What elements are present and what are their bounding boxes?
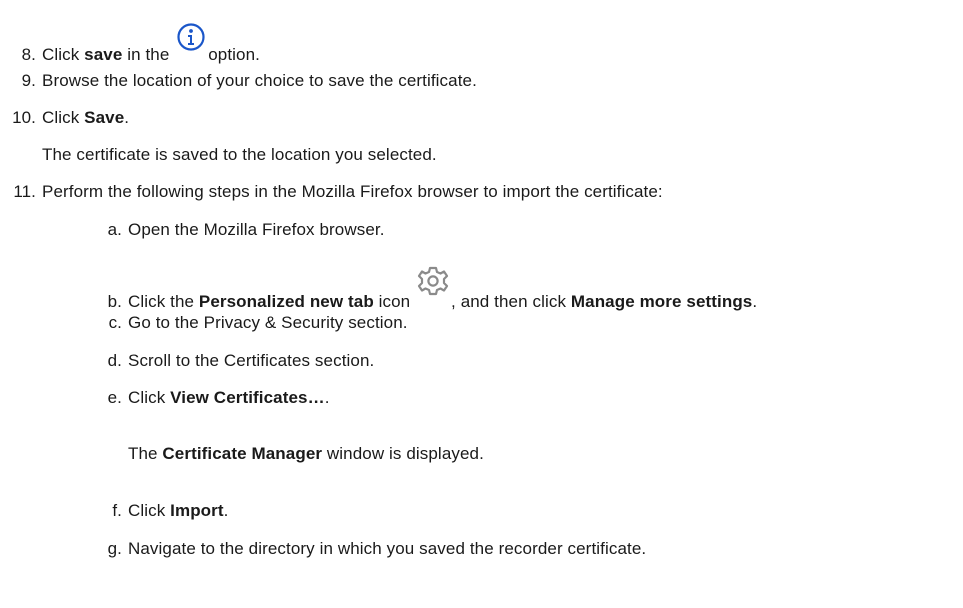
substep-text: Click (128, 501, 171, 520)
substep-c: c. Go to the Privacy & Security section. (102, 312, 408, 334)
substep-text: , and then click (451, 292, 571, 311)
substep-letter: b. (107, 292, 122, 311)
substep-bold: Manage more settings (570, 292, 753, 311)
substep-text: . (752, 292, 758, 311)
substep-e-note: The Certificate Manager window is displa… (128, 443, 484, 465)
step-9: 9. Browse the location of your choice to … (0, 70, 477, 92)
step-bold: Save (84, 108, 125, 127)
substep-text: Go to the Privacy & Security section. (128, 313, 408, 332)
substep-text: Click (128, 388, 171, 407)
substep-text: Open the Mozilla Firefox browser. (128, 220, 385, 239)
gear-icon (415, 265, 451, 303)
step-number: 9. (21, 71, 36, 90)
substep-text: Click the (128, 292, 199, 311)
substep-letter: d. (107, 351, 122, 370)
substep-bold: View Certificates… (170, 388, 325, 407)
step-text: in the (122, 45, 175, 64)
note-text: window is displayed. (322, 444, 484, 463)
step-8: 8. Click save in the option. (0, 23, 260, 66)
step-number: 11. (13, 182, 36, 201)
substep-a: a. Open the Mozilla Firefox browser. (102, 219, 385, 241)
step-text: Browse the location of your choice to sa… (42, 71, 477, 90)
substep-letter: g. (107, 539, 122, 558)
info-circle-icon (176, 22, 206, 58)
step-text: Click (42, 45, 85, 64)
substep-letter: f. (112, 501, 122, 520)
step-text: Click (42, 108, 85, 127)
substep-f: f. Click Import. (102, 500, 228, 522)
step-number: 10. (12, 108, 36, 127)
step-11: 11. Perform the following steps in the Mo… (0, 181, 663, 203)
substep-g: g. Navigate to the directory in which you… (102, 538, 646, 560)
substep-text: Navigate to the directory in which you s… (128, 539, 647, 558)
substep-bold: Personalized new tab (198, 292, 374, 311)
substep-text: . (324, 388, 330, 407)
step-text: . (124, 108, 130, 127)
substep-bold: Import (170, 501, 224, 520)
substep-b: b. Click the Personalized new tab icon , … (102, 266, 758, 313)
substep-letter: e. (107, 388, 122, 407)
substep-e: e. Click View Certificates…. (102, 387, 330, 409)
step-text: Perform the following steps in the Mozil… (42, 182, 663, 201)
note-bold: Certificate Manager (162, 444, 323, 463)
note-text: The (128, 444, 163, 463)
substep-letter: c. (108, 313, 122, 332)
substep-text: Scroll to the Certificates section. (128, 351, 375, 370)
step-bold: save (84, 45, 123, 64)
step-number: 8. (21, 45, 36, 64)
step-text: option. (208, 45, 260, 64)
substep-d: d. Scroll to the Certificates section. (102, 350, 375, 372)
substep-text: icon (373, 292, 416, 311)
step-10: 10. Click Save. (0, 107, 129, 129)
substep-text: . (223, 501, 229, 520)
substep-letter: a. (107, 220, 122, 239)
step-10-note: The certificate is saved to the location… (42, 144, 437, 166)
note-text: The certificate is saved to the location… (42, 145, 437, 164)
